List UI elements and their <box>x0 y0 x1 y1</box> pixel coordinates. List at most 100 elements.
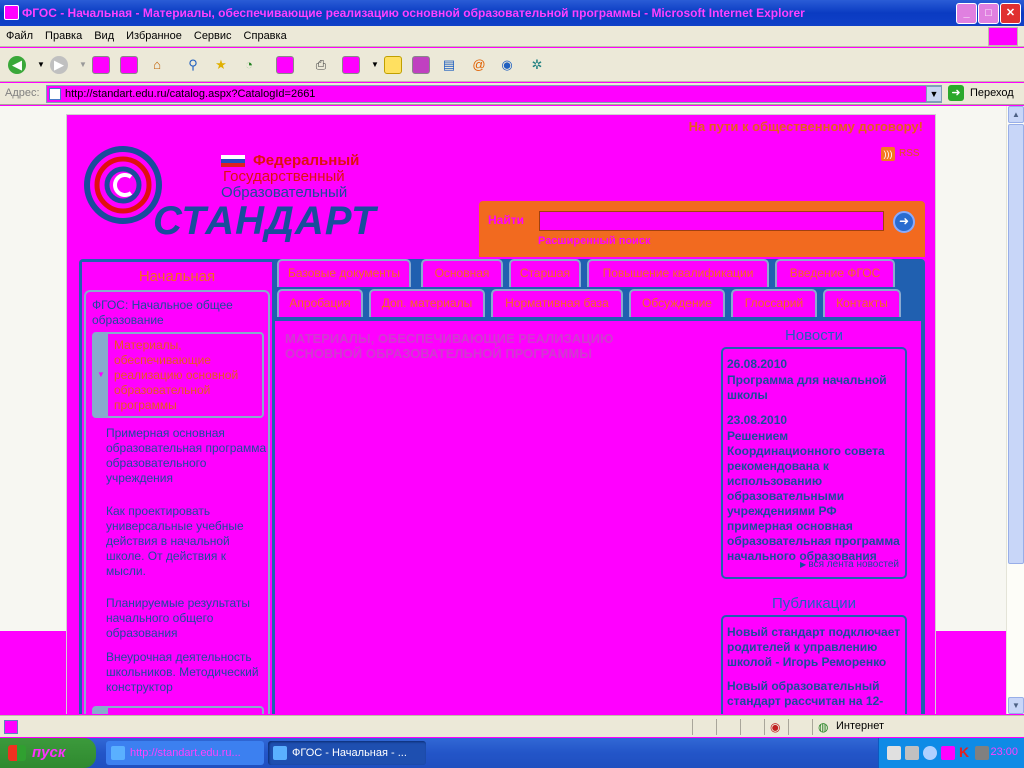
scroll-down-icon[interactable]: ▼ <box>1008 697 1024 714</box>
window-title: ФГОС - Начальная - Материалы, обеспечива… <box>22 6 805 20</box>
vertical-scrollbar[interactable]: ▲ ▼ <box>1006 106 1024 714</box>
ie-icon <box>111 746 125 760</box>
start-label: пуск <box>32 744 66 761</box>
address-input[interactable]: http://standart.edu.ru/catalog.aspx?Cata… <box>46 85 942 103</box>
rss-icon: ))) <box>881 147 895 161</box>
popup-blocker-icon[interactable]: ◉ <box>770 720 780 734</box>
discuss-icon[interactable] <box>384 56 402 74</box>
sound-icon[interactable] <box>923 746 937 760</box>
tab-fgos-intro[interactable]: Введение ФГОС <box>775 259 895 287</box>
search-go-icon[interactable]: ➜ <box>893 211 915 233</box>
close-button[interactable]: ✕ <box>1000 3 1021 24</box>
go-button[interactable]: Переход <box>970 87 1014 99</box>
tab-regulatory[interactable]: Нормативная база <box>491 289 623 317</box>
taskbar-item-label: http://standart.edu.ru... <box>130 747 241 759</box>
back-icon[interactable]: ◀ <box>8 56 26 74</box>
tab-extra-materials[interactable]: Доп. материалы <box>369 289 485 317</box>
home-icon[interactable]: ⌂ <box>148 56 166 74</box>
sidebar-link[interactable]: Внеурочная деятельность школьников. Мето… <box>106 650 268 695</box>
ie-app-icon <box>4 5 19 20</box>
tab-approbation[interactable]: Апробация <box>277 289 363 317</box>
status-separator <box>812 719 813 735</box>
sidebar-link[interactable]: Как проектировать универсальные учебные … <box>106 504 268 579</box>
tab-contacts[interactable]: Контакты <box>823 289 901 317</box>
print-icon[interactable]: ⎙ <box>312 56 330 74</box>
scroll-thumb[interactable] <box>1008 124 1024 564</box>
forward-icon[interactable]: ▶ <box>50 56 68 74</box>
menu-file[interactable]: Файл <box>0 26 39 47</box>
toolbar: ◀ ▼ ▶ ▼ ⌂ ⚲ ★ ◔ ⎙ ▼ ▤ @ ◉ ✲ <box>0 48 1024 82</box>
tray-app-icon[interactable] <box>941 746 955 760</box>
extra-icon[interactable]: ✲ <box>528 56 546 74</box>
taskbar: пуск http://standart.edu.ru... ФГОС - На… <box>0 738 1024 768</box>
go-icon[interactable]: ➜ <box>948 85 964 101</box>
antivirus-icon[interactable]: K <box>959 744 969 760</box>
taskbar-item[interactable]: http://standart.edu.ru... <box>106 741 264 765</box>
tray-misc-icon[interactable] <box>975 746 989 760</box>
taskbar-item-label: ФГОС - Начальная - ... <box>292 747 407 759</box>
edit-dropdown-icon[interactable]: ▼ <box>366 56 384 74</box>
at-icon[interactable]: @ <box>470 56 488 74</box>
forward-dropdown-icon[interactable]: ▼ <box>74 56 92 74</box>
address-dropdown-icon[interactable]: ▼ <box>926 86 942 102</box>
refresh-icon[interactable] <box>120 56 138 74</box>
news-link[interactable]: Программа для начальной школы <box>727 373 905 403</box>
tab-main[interactable]: Основная <box>421 259 503 287</box>
edit-icon[interactable] <box>342 56 360 74</box>
tab-discussion[interactable]: Обсуждение <box>629 289 725 317</box>
windows-flag-icon <box>8 745 26 761</box>
status-separator <box>740 719 741 735</box>
taskbar-item-active[interactable]: ФГОС - Начальная - ... <box>268 741 426 765</box>
sidebar-current-item[interactable]: ▼ Материалы, обеспечивающие реализацию о… <box>92 332 264 418</box>
stop-icon[interactable] <box>92 56 110 74</box>
favorites-icon[interactable]: ★ <box>212 56 230 74</box>
page-background-edge <box>0 631 65 714</box>
sidebar-section-link[interactable]: ФГОС: Начальное общее образование <box>92 298 262 328</box>
logo-line3: Образовательный <box>221 184 348 201</box>
publication-link[interactable]: Новый стандарт подключает родителей к уп… <box>727 625 905 670</box>
research-icon[interactable]: ▤ <box>440 56 458 74</box>
tab-glossary[interactable]: Глоссарий <box>731 289 817 317</box>
network-icon[interactable] <box>887 746 901 760</box>
site-container: На пути к общественному договору! ))) RS… <box>66 114 936 714</box>
network2-icon[interactable] <box>905 746 919 760</box>
windows-logo <box>988 27 1018 46</box>
menu-favorites[interactable]: Избранное <box>120 26 188 47</box>
menu-edit[interactable]: Правка <box>39 26 88 47</box>
news-box: 26.08.2010 Программа для начальной школы… <box>721 347 907 579</box>
publication-link[interactable]: Новый образовательный стандарт рассчитан… <box>727 679 905 709</box>
tab-senior[interactable]: Старшая <box>509 259 581 287</box>
search-input[interactable] <box>539 211 884 231</box>
navigation-area: Начальная ФГОС: Начальное общее образова… <box>79 259 925 714</box>
sidebar-link[interactable]: Примерная основная образовательная прогр… <box>106 426 268 486</box>
advanced-search-link[interactable]: Расширенный поиск <box>538 235 650 247</box>
site-logo[interactable]: Федеральный Государственный Образователь… <box>81 143 381 243</box>
clock: 23:00 <box>990 746 1018 758</box>
sidebar-header: Начальная <box>138 268 216 285</box>
tab-base-documents[interactable]: Базовые документы <box>277 259 411 287</box>
scroll-up-icon[interactable]: ▲ <box>1008 106 1024 123</box>
content-area: МАТЕРИАЛЫ, ОБЕСПЕЧИВАЮЩИЕ РЕАЛИЗАЦИЮ ОСН… <box>275 321 921 714</box>
history-icon[interactable]: ◔ <box>240 56 258 74</box>
menu-help[interactable]: Справка <box>238 26 293 47</box>
back-dropdown-icon[interactable]: ▼ <box>32 56 50 74</box>
all-news-link[interactable]: ▶ вся лента новостей <box>800 559 899 570</box>
mail-icon[interactable] <box>276 56 294 74</box>
minimize-button[interactable]: _ <box>956 3 977 24</box>
window-titlebar[interactable]: ФГОС - Начальная - Материалы, обеспечива… <box>0 0 1024 26</box>
tab-qualification[interactable]: Повышение квалификации <box>587 259 769 287</box>
maximize-button[interactable]: □ <box>978 3 999 24</box>
sidebar-link[interactable]: Планируемые результаты начального общего… <box>106 596 268 641</box>
current-item-label: Материалы, обеспечивающие реализацию осн… <box>114 338 239 412</box>
start-button[interactable]: пуск <box>0 738 96 768</box>
rss-link[interactable]: ))) RSS <box>881 147 923 163</box>
earth-icon[interactable]: ◉ <box>498 56 516 74</box>
all-news-label: вся лента новостей <box>808 559 899 570</box>
search-icon[interactable]: ⚲ <box>184 56 202 74</box>
menu-tools[interactable]: Сервис <box>188 26 238 47</box>
news-link[interactable]: Решением Координационного совета рекомен… <box>727 429 905 564</box>
sidebar-next-item[interactable] <box>92 706 264 714</box>
menu-view[interactable]: Вид <box>88 26 120 47</box>
news-header: Новости <box>784 327 844 344</box>
messenger-icon[interactable] <box>412 56 430 74</box>
